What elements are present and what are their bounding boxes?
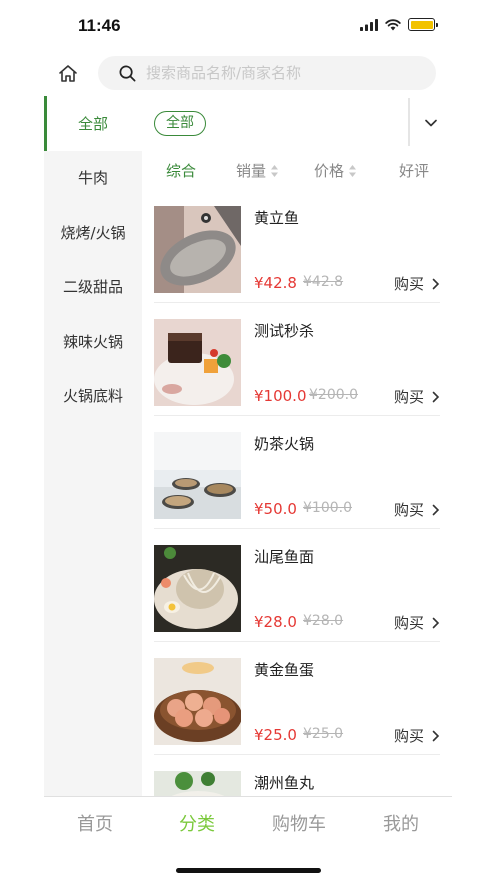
product-item[interactable]: 潮州鱼丸 [154, 755, 440, 796]
sidebar-item-label: 辣味火锅 [62, 332, 123, 351]
tab-home[interactable]: 首页 [44, 797, 146, 846]
product-original-price: ¥100.0 [303, 500, 352, 516]
product-original-price: ¥25.0 [303, 726, 344, 742]
divider [408, 98, 410, 146]
product-original-price: ¥200.0 [309, 387, 358, 403]
product-image-milk-tea-hotpot[interactable] [154, 432, 241, 519]
search-input[interactable] [146, 64, 416, 82]
sidebar-item-bbq-hotpot[interactable]: 烧烤/火锅 [44, 205, 142, 260]
sidebar-item-hotpot-base[interactable]: 火锅底料 [44, 369, 142, 424]
product-item[interactable]: 黄金鱼蛋 ¥25.0 ¥25.0 购买 [154, 642, 440, 755]
chevron-right-icon [432, 278, 440, 289]
product-price: ¥25.0 [254, 726, 297, 744]
sidebar-item-label: 火锅底料 [62, 387, 123, 406]
sidebar-item-all[interactable]: 全部 [44, 96, 142, 151]
bottom-tab-bar: 首页 分类 购物车 我的 [44, 796, 452, 846]
product-price: ¥100.0 [254, 387, 307, 405]
subcategory-chip-all[interactable]: 全部 [154, 111, 206, 136]
search-icon [119, 65, 136, 81]
buy-button[interactable]: 购买 [394, 725, 440, 746]
product-list: 黄立鱼 ¥42.8 ¥42.8 购买 测试秒杀 ¥100.0 ¥200.0 购买 [142, 190, 452, 796]
chevron-right-icon [432, 391, 440, 402]
product-image-golden-fish-balls[interactable] [154, 658, 241, 745]
sort-rating[interactable]: 好评 [399, 160, 429, 181]
product-name: 黄金鱼蛋 [254, 661, 315, 679]
sidebar-item-label: 烧烤/火锅 [60, 223, 126, 242]
signal-icon [360, 18, 378, 31]
chevron-right-icon [432, 730, 440, 741]
home-icon [59, 65, 77, 82]
wifi-icon [385, 18, 401, 30]
product-name: 奶茶火锅 [254, 435, 315, 453]
product-image-dessert[interactable] [154, 319, 241, 406]
sort-sales[interactable]: 销量 [236, 160, 279, 181]
product-price: ¥50.0 [254, 500, 297, 518]
chevron-down-icon [425, 119, 437, 127]
product-image-fish-noodles[interactable] [154, 545, 241, 632]
sort-bar: 综合 销量 价格 好评 [142, 150, 452, 190]
product-item[interactable]: 奶茶火锅 ¥50.0 ¥100.0 购买 [154, 416, 440, 529]
sort-arrows-icon [349, 164, 357, 177]
product-image-fish[interactable] [154, 206, 241, 293]
product-name: 汕尾鱼面 [254, 548, 315, 566]
buy-button[interactable]: 购买 [394, 612, 440, 633]
sidebar-item-label: 全部 [77, 114, 108, 133]
buy-label: 购买 [393, 614, 424, 632]
product-name: 测试秒杀 [254, 322, 315, 340]
buy-label: 购买 [393, 727, 424, 745]
battery-icon [408, 18, 438, 31]
sort-label: 综合 [166, 162, 197, 180]
status-time: 11:46 [78, 16, 121, 35]
product-name: 潮州鱼丸 [254, 774, 315, 792]
sort-label: 销量 [236, 162, 267, 180]
chevron-right-icon [432, 504, 440, 515]
tab-profile[interactable]: 我的 [350, 797, 452, 846]
home-button[interactable] [56, 62, 80, 86]
sidebar-item-dessert[interactable]: 二级甜品 [44, 260, 142, 315]
product-image-chaozhou-fish-balls[interactable] [154, 771, 241, 796]
buy-label: 购买 [393, 275, 424, 293]
sidebar-item-label: 二级甜品 [62, 278, 123, 297]
status-bar: 11:46 [0, 0, 497, 50]
buy-button[interactable]: 购买 [394, 386, 440, 407]
buy-button[interactable]: 购买 [394, 273, 440, 294]
sort-label: 好评 [399, 162, 430, 180]
subcategory-row: 全部 [142, 96, 452, 150]
buy-button[interactable]: 购买 [394, 499, 440, 520]
product-original-price: ¥42.8 [303, 274, 344, 290]
search-box[interactable] [98, 56, 436, 90]
sidebar-item-beef[interactable]: 牛肉 [44, 151, 142, 206]
category-sidebar: 全部 牛肉 烧烤/火锅 二级甜品 辣味火锅 火锅底料 [44, 96, 142, 796]
product-price: ¥28.0 [254, 613, 297, 631]
sort-label: 价格 [314, 162, 345, 180]
product-item[interactable]: 汕尾鱼面 ¥28.0 ¥28.0 购买 [154, 529, 440, 642]
chevron-right-icon [432, 617, 440, 628]
home-indicator[interactable] [176, 868, 321, 873]
buy-label: 购买 [393, 501, 424, 519]
tab-category[interactable]: 分类 [146, 797, 248, 846]
product-price: ¥42.8 [254, 274, 297, 292]
sidebar-item-label: 牛肉 [77, 169, 108, 188]
tab-cart[interactable]: 购物车 [248, 797, 350, 846]
search-row [0, 56, 497, 90]
expand-subcategories-button[interactable] [422, 114, 440, 132]
buy-label: 购买 [393, 388, 424, 406]
sidebar-item-spicy-hotpot[interactable]: 辣味火锅 [44, 314, 142, 369]
product-original-price: ¥28.0 [303, 613, 344, 629]
product-name: 黄立鱼 [254, 209, 300, 227]
product-item[interactable]: 黄立鱼 ¥42.8 ¥42.8 购买 [154, 190, 440, 303]
sort-price[interactable]: 价格 [314, 160, 357, 181]
sort-arrows-icon [271, 164, 279, 177]
product-item[interactable]: 测试秒杀 ¥100.0 ¥200.0 购买 [154, 303, 440, 416]
status-icons [360, 18, 438, 31]
sort-comprehensive[interactable]: 综合 [166, 160, 196, 181]
